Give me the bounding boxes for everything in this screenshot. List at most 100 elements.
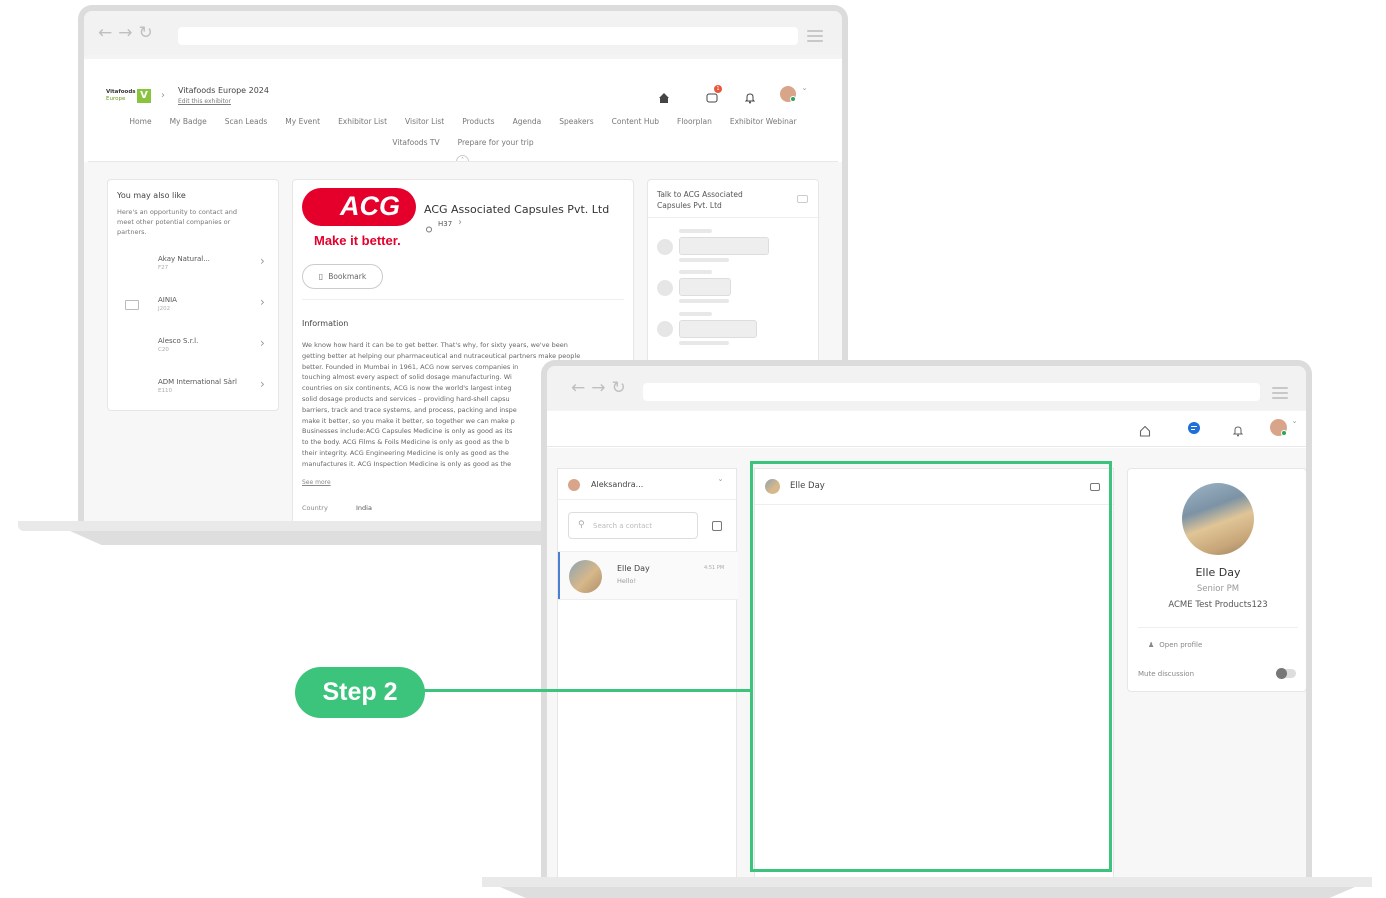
edit-exhibitor-link[interactable]: Edit this exhibitor <box>178 98 231 105</box>
skeleton-avatar <box>657 321 673 337</box>
talk-card: Talk to ACG Associated Capsules Pvt. Ltd <box>647 179 820 379</box>
back-address-bar[interactable] <box>178 27 798 45</box>
home-icon[interactable] <box>1139 422 1151 437</box>
current-user-name[interactable]: Aleksandra... <box>591 480 643 489</box>
country-value: India <box>356 504 372 512</box>
suggestions-title: You may also like <box>117 191 186 200</box>
forward-arrow-icon[interactable]: → <box>118 23 132 43</box>
skeleton-line <box>679 341 729 345</box>
user-menu-chevron-icon[interactable]: ˇ <box>802 88 807 99</box>
bookmark-button[interactable]: ▯ Bookmark <box>302 264 383 289</box>
nav-item-content-hub[interactable]: Content Hub <box>612 117 659 129</box>
contacts-panel: Aleksandra... ˇ ⚲ Search a contact Elle … <box>557 468 738 878</box>
profile-role: Senior PM <box>1196 584 1240 594</box>
nav-item-my-event[interactable]: My Event <box>285 117 320 129</box>
back-browser-bar: ← → ↻ <box>84 11 842 55</box>
chat-highlight-box <box>750 461 1112 872</box>
info-title: Information <box>302 319 349 328</box>
conversation-preview: Hello! <box>617 577 637 585</box>
user-dropdown-chevron-icon[interactable]: ˇ <box>718 479 723 490</box>
back-arrow-icon[interactable]: ← <box>98 23 112 43</box>
nav-item-agenda[interactable]: Agenda <box>513 117 542 129</box>
image-placeholder-icon <box>125 300 139 310</box>
suggestion-stand: E110 <box>158 388 172 394</box>
nav-item-visitor-list[interactable]: Visitor List <box>405 117 444 129</box>
callout-connector-line <box>423 689 753 692</box>
company-name: ACG Associated Capsules Pvt. Ltd <box>424 203 610 216</box>
user-menu-chevron-icon[interactable]: ˇ <box>1292 421 1297 432</box>
main-nav: Home My Badge Scan Leads My Event Exhibitor … <box>84 117 842 129</box>
company-stand[interactable]: H37 <box>438 220 452 228</box>
bell-icon[interactable] <box>1232 422 1244 437</box>
search-input[interactable]: ⚲ Search a contact <box>568 512 698 539</box>
suggestion-item[interactable]: ADM International Sàrl E110 › <box>108 376 280 410</box>
talk-title-line1: Talk to ACG Associated <box>657 190 743 199</box>
profile-card: Elle Day Senior PM ACME Test Products123… <box>1127 468 1306 692</box>
suggestions-description: Here's an opportunity to contact and meet… <box>117 207 237 237</box>
nav-item-vitafoods-tv[interactable]: Vitafoods TV <box>392 138 439 150</box>
nav-item-products[interactable]: Products <box>462 117 494 129</box>
skeleton-line <box>679 229 712 233</box>
chevron-right-icon: › <box>260 254 265 268</box>
event-title: Vitafoods Europe 2024 <box>178 86 269 95</box>
skeleton-line <box>679 270 712 274</box>
suggestions-description-line: Here's an opportunity to contact and <box>117 208 237 216</box>
mute-toggle[interactable] <box>1276 668 1296 679</box>
location-pin-icon <box>425 220 433 233</box>
open-profile-link[interactable]: ♟ Open profile <box>1148 641 1202 649</box>
back-menu-icon[interactable] <box>807 30 823 42</box>
skeleton-avatar <box>657 239 673 255</box>
skeleton-line <box>679 258 729 262</box>
nav-item-speakers[interactable]: Speakers <box>559 117 593 129</box>
nav-item-home[interactable]: Home <box>129 117 151 129</box>
back-arrow-icon[interactable]: ← <box>571 378 585 398</box>
suggestion-item[interactable]: Alesco S.r.l. C20 › <box>108 335 280 369</box>
reload-icon[interactable]: ↻ <box>139 23 153 43</box>
company-divider <box>302 299 624 300</box>
info-text-line: We know how hard it can be to get better… <box>302 341 568 349</box>
front-laptop-base-bottom <box>500 887 1355 898</box>
nav-item-exhibitor-webinar[interactable]: Exhibitor Webinar <box>730 117 797 129</box>
user-avatar[interactable] <box>780 86 796 102</box>
suggestion-name: Akay Natural... <box>158 255 210 263</box>
company-tagline: Make it better. <box>314 233 401 248</box>
reload-icon[interactable]: ↻ <box>612 378 626 398</box>
nav-item-scan-leads[interactable]: Scan Leads <box>225 117 268 129</box>
home-icon[interactable] <box>658 89 670 103</box>
person-icon: ♟ <box>1148 641 1155 649</box>
front-laptop-base <box>482 877 1372 887</box>
user-avatar[interactable] <box>1270 419 1287 436</box>
step-label: Step 2 <box>295 667 425 718</box>
skeleton-bubble <box>679 320 757 338</box>
video-call-icon[interactable] <box>797 195 808 203</box>
chevron-right-icon: › <box>260 336 265 350</box>
suggestion-item[interactable]: AINIA J202 › <box>108 294 280 328</box>
country-label: Country <box>302 504 328 512</box>
suggestions-description-line: partners. <box>117 228 147 236</box>
mute-label: Mute discussion <box>1138 670 1195 678</box>
nav-item-my-badge[interactable]: My Badge <box>170 117 207 129</box>
notification-badge: 1 <box>714 85 722 93</box>
profile-name: Elle Day <box>1195 566 1241 579</box>
chat-icon[interactable] <box>1188 422 1200 434</box>
conversation-item[interactable]: Elle Day Hello! 4:51 PM <box>558 552 738 599</box>
suggestions-card: You may also like Here's an opportunity … <box>107 179 279 411</box>
main-nav-row2: Vitafoods TV Prepare for your trip <box>84 138 842 150</box>
front-browser-bar: ← → ↻ <box>547 366 1306 410</box>
compose-icon[interactable] <box>712 521 722 531</box>
bell-icon[interactable] <box>744 89 756 104</box>
front-menu-icon[interactable] <box>1272 387 1288 399</box>
suggestion-stand: J202 <box>158 306 171 312</box>
chevron-right-icon: › <box>260 295 265 309</box>
profile-company: ACME Test Products123 <box>1168 600 1268 610</box>
forward-arrow-icon[interactable]: → <box>591 378 605 398</box>
nav-item-floorplan[interactable]: Floorplan <box>677 117 712 129</box>
nav-item-prepare-for-your-trip[interactable]: Prepare for your trip <box>458 138 534 150</box>
front-address-bar[interactable] <box>643 383 1260 401</box>
contact-avatar <box>569 560 602 593</box>
nav-item-exhibitor-list[interactable]: Exhibitor List <box>338 117 387 129</box>
vitafoods-logo[interactable]: Vitafoods Europe V <box>106 89 154 105</box>
suggestion-item[interactable]: Akay Natural... F27 › <box>108 253 280 287</box>
see-more-link[interactable]: See more <box>302 479 331 486</box>
chevron-right-icon: › <box>260 377 265 391</box>
